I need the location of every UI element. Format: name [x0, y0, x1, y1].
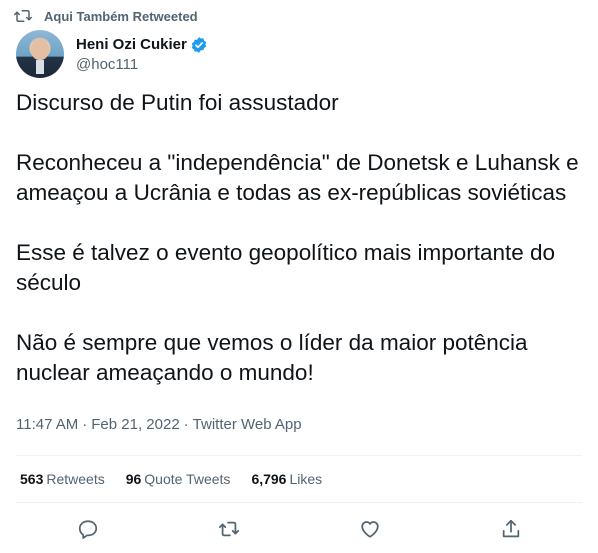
divider — [16, 502, 582, 503]
tweet-text: Discurso de Putin foi assustador Reconhe… — [16, 88, 584, 388]
retweet-banner-text: Aqui Também Retweeted — [44, 8, 198, 24]
meta-separator: · — [183, 416, 189, 433]
like-button[interactable] — [359, 518, 381, 540]
meta-separator: · — [82, 416, 88, 433]
tweet-source[interactable]: Twitter Web App — [193, 416, 302, 433]
divider — [16, 455, 582, 456]
author-display-name[interactable]: Heni Ozi Cukier — [76, 36, 187, 53]
verified-badge-icon — [190, 36, 208, 54]
retweet-button[interactable] — [218, 518, 240, 540]
retweet-icon — [14, 8, 32, 24]
retweets-stat[interactable]: 563 Retweets — [20, 471, 105, 487]
quote-tweets-stat[interactable]: 96 Quote Tweets — [126, 471, 231, 487]
tweet-author: Heni Ozi Cukier @hoc111 — [16, 30, 208, 78]
tweet-date[interactable]: Feb 21, 2022 — [91, 416, 179, 433]
retweets-count: 563 — [20, 471, 44, 487]
retweet-banner[interactable]: Aqui Também Retweeted — [14, 8, 198, 24]
share-icon — [502, 519, 520, 538]
tweet-time[interactable]: 11:47 AM — [16, 416, 78, 433]
reply-icon — [78, 520, 98, 539]
tweet-paragraph: Discurso de Putin foi assustador — [16, 90, 339, 115]
quote-tweets-count: 96 — [125, 471, 142, 487]
share-button[interactable] — [500, 518, 522, 540]
author-handle[interactable]: @hoc111 — [76, 56, 208, 73]
tweet-stats: 563 Retweets 96 Quote Tweets 6,796 Likes — [20, 471, 343, 487]
avatar[interactable] — [16, 30, 64, 78]
likes-label: Likes — [289, 471, 323, 487]
likes-count: 6,796 — [251, 471, 287, 487]
likes-stat[interactable]: 6,796 Likes — [251, 471, 322, 487]
quote-tweets-label: Quote Tweets — [144, 471, 231, 487]
tweet-paragraph: Não é sempre que vemos o líder da maior … — [16, 330, 528, 385]
tweet-paragraph: Reconheceu a "independência" de Donetsk … — [16, 150, 579, 205]
tweet-meta: 11:47 AM · Feb 21, 2022 · Twitter Web App — [16, 416, 302, 433]
retweets-label: Retweets — [46, 471, 105, 487]
like-icon — [361, 521, 379, 538]
retweet-icon — [218, 521, 240, 537]
tweet-actions — [0, 516, 598, 544]
reply-button[interactable] — [77, 518, 99, 540]
tweet-paragraph: Esse é talvez o evento geopolítico mais … — [16, 240, 556, 295]
